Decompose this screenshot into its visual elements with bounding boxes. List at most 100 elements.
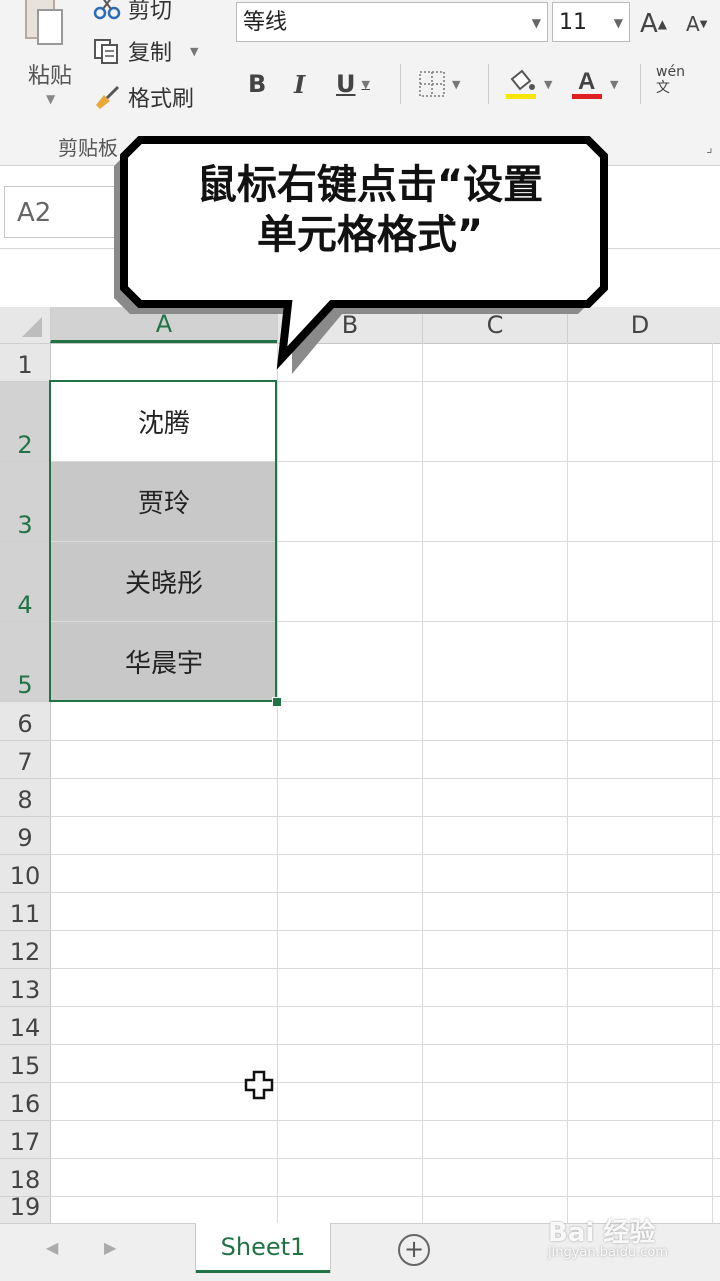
grow-font-button[interactable]: A ▲	[640, 4, 667, 44]
row-label: 1	[17, 351, 33, 379]
row-header-16[interactable]: 16	[0, 1082, 50, 1120]
font-size-select[interactable]: 11 ▼	[552, 2, 630, 42]
italic-label: I	[294, 69, 306, 99]
toolbar-divider	[488, 64, 489, 104]
underline-label: U	[336, 70, 356, 98]
row-label: 17	[9, 1128, 41, 1156]
row-header-2[interactable]: 2	[0, 381, 50, 461]
sheet-tab-label: Sheet1	[220, 1232, 306, 1261]
watermark: Bai 经验 jingyan.baidu.com	[548, 1212, 718, 1272]
row-label: 13	[9, 976, 41, 1004]
row-label: 6	[17, 710, 33, 738]
chevron-down-icon: ▼	[613, 16, 623, 30]
row-header-6[interactable]: 6	[0, 701, 50, 740]
grid-line	[50, 968, 720, 969]
copy-button[interactable]: 复制 ▼	[92, 34, 198, 68]
grid-line	[50, 740, 720, 741]
row-header-14[interactable]: 14	[0, 1006, 50, 1044]
row-header-4[interactable]: 4	[0, 541, 50, 621]
bold-button[interactable]: B	[248, 64, 266, 104]
grid-line	[712, 343, 713, 1223]
grid-line	[567, 343, 568, 1223]
fill-handle[interactable]	[272, 697, 282, 707]
grid-line	[50, 930, 720, 931]
row-header-12[interactable]: 12	[0, 930, 50, 968]
format-painter-label: 格式刷	[128, 87, 195, 112]
row-label: 9	[17, 824, 33, 852]
row-header-3[interactable]: 3	[0, 461, 50, 541]
row-header-9[interactable]: 9	[0, 816, 50, 854]
row-header-15[interactable]: 15	[0, 1044, 50, 1082]
format-painter-icon	[96, 85, 120, 109]
row-header-19[interactable]: 19	[0, 1193, 50, 1223]
selection-border	[49, 380, 277, 702]
row-header-5[interactable]: 5	[0, 621, 50, 701]
row-label: 5	[17, 671, 33, 699]
row-label: 19	[9, 1193, 41, 1221]
row-header-18[interactable]: 18	[0, 1158, 50, 1196]
dialog-launcher-icon[interactable]: ⌟	[706, 140, 713, 156]
grid-line	[50, 1006, 720, 1007]
callout-text: 鼠标右键点击“设置 单元格格式”	[150, 160, 590, 260]
paste-dropdown-icon[interactable]: ▼	[46, 92, 55, 106]
name-box-value: A2	[17, 198, 52, 228]
name-box[interactable]: A2	[4, 186, 124, 238]
scroll-left-icon[interactable]: ◀	[46, 1238, 58, 1257]
chevron-down-icon: ▼	[610, 77, 619, 91]
grid-line	[50, 1082, 720, 1083]
row-header-8[interactable]: 8	[0, 778, 50, 816]
font-name-select[interactable]: 等线 ▼	[236, 2, 548, 42]
font-color-button[interactable]: A ▼	[570, 64, 618, 104]
font-name-value: 等线	[243, 10, 288, 35]
cut-label: 剪切	[128, 0, 173, 24]
select-all-corner[interactable]	[0, 307, 50, 343]
svg-text:A: A	[578, 68, 595, 95]
grid-line	[50, 778, 720, 779]
row-label: 2	[17, 431, 33, 459]
grid-line	[277, 343, 278, 1223]
grid-line	[50, 1196, 720, 1197]
shrink-font-button[interactable]: A ▼	[686, 4, 707, 44]
row-header-13[interactable]: 13	[0, 968, 50, 1006]
border-button[interactable]: ▼	[418, 64, 460, 104]
row-header-1[interactable]: 1	[0, 343, 50, 381]
fill-color-button[interactable]: ▼	[504, 64, 552, 104]
scissors-icon	[93, 0, 121, 20]
paint-bucket-icon	[506, 69, 536, 99]
row-header-7[interactable]: 7	[0, 740, 50, 778]
sheet-tab-sheet1[interactable]: Sheet1	[196, 1223, 330, 1273]
phonetic-button[interactable]: wén 文	[656, 64, 685, 104]
row-label: 4	[17, 591, 33, 619]
bold-label: B	[248, 70, 267, 98]
italic-button[interactable]: I	[294, 64, 305, 104]
chevron-down-icon: ▼	[361, 77, 370, 91]
row-header-10[interactable]: 10	[0, 854, 50, 892]
copy-dropdown-icon[interactable]: ▼	[190, 45, 198, 58]
row-header-11[interactable]: 11	[0, 892, 50, 930]
grow-font-label: A	[640, 9, 658, 39]
plus-circle-icon[interactable]: +	[398, 1234, 430, 1266]
grid-line	[50, 816, 720, 817]
grid-line	[50, 1044, 720, 1045]
scroll-right-icon[interactable]: ▶	[104, 1238, 116, 1257]
phonetic-label: wén 文	[656, 64, 685, 96]
callout-line-1: 鼠标右键点击“设置	[196, 162, 544, 208]
row-label: 14	[9, 1014, 41, 1042]
column-label: D	[630, 311, 650, 339]
grid-line	[50, 1120, 720, 1121]
paste-icon	[25, 0, 63, 45]
row-header-17[interactable]: 17	[0, 1120, 50, 1158]
chevron-down-icon: ▼	[531, 16, 541, 30]
format-painter-button[interactable]: 格式刷	[92, 80, 194, 114]
grid-line	[50, 892, 720, 893]
copy-icon	[94, 39, 118, 64]
underline-button[interactable]: U ▼	[336, 64, 370, 104]
watermark-url: jingyan.baidu.com	[548, 1245, 668, 1260]
row-label: 11	[9, 900, 41, 928]
cut-button[interactable]: 剪切	[92, 0, 172, 26]
callout-line-2: 单元格格式”	[256, 212, 484, 258]
chevron-down-icon: ▼	[452, 77, 461, 91]
grid-line	[422, 343, 423, 1223]
row-label: 18	[9, 1166, 41, 1194]
paste-button[interactable]: 粘贴 ▼	[10, 0, 78, 115]
